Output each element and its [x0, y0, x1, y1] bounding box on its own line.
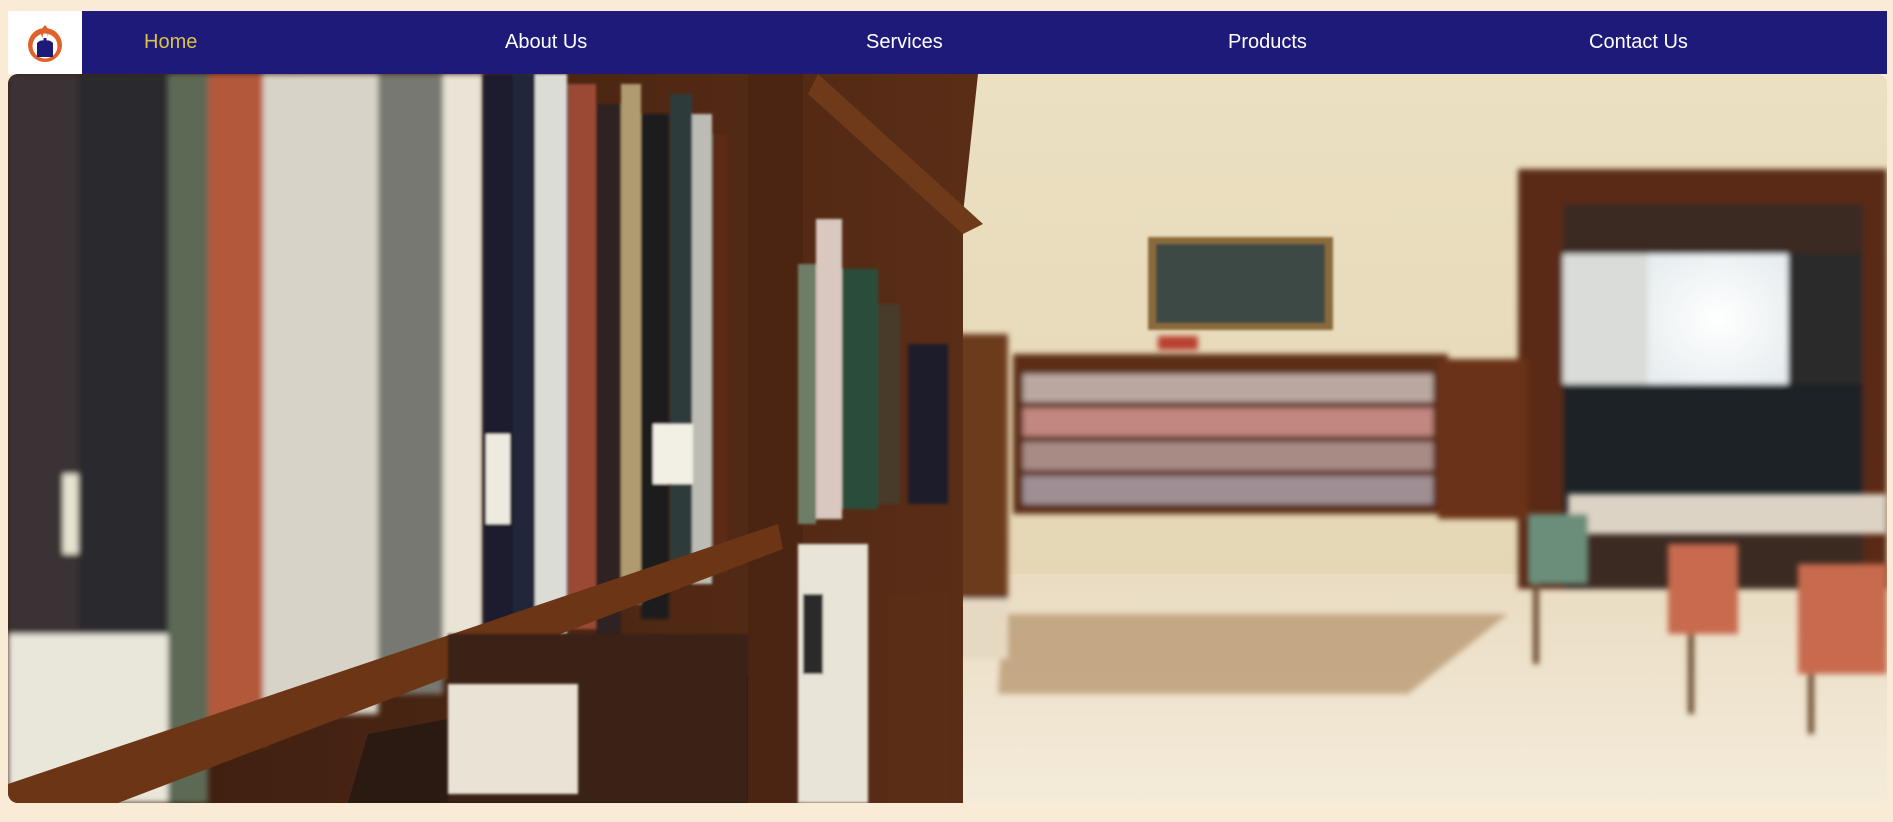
nav-about-us[interactable]: About Us — [505, 11, 587, 74]
nav-links: Home About Us Services Products Contact … — [82, 11, 1887, 74]
nav-services[interactable]: Services — [866, 11, 943, 74]
logo[interactable] — [8, 11, 82, 74]
top-navbar: Home About Us Services Products Contact … — [8, 11, 1887, 74]
page: Home About Us Services Products Contact … — [0, 0, 1893, 822]
flame-logo-icon — [28, 24, 62, 62]
library-bookshelf-photo — [8, 74, 1887, 803]
hero-banner — [8, 74, 1887, 803]
nav-products[interactable]: Products — [1228, 11, 1307, 74]
nav-contact-us[interactable]: Contact Us — [1589, 11, 1688, 74]
nav-home[interactable]: Home — [144, 11, 197, 74]
